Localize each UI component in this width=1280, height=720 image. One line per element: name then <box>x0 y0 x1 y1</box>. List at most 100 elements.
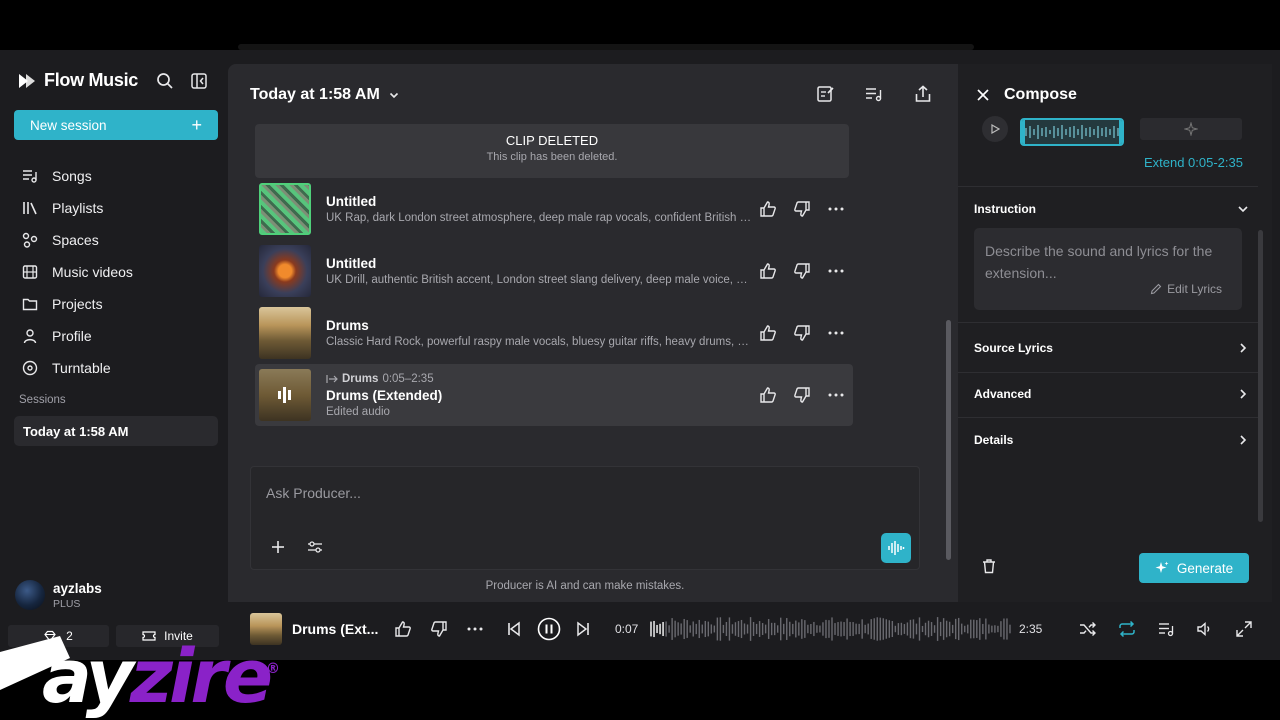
new-session-label: New session <box>30 117 107 133</box>
clip-deleted-subtitle: This clip has been deleted. <box>486 151 618 163</box>
sidebar-nav: Songs Playlists Spaces Music videos Proj… <box>22 160 218 384</box>
skip-previous-icon[interactable] <box>505 620 523 638</box>
instruction-section-toggle[interactable]: Instruction <box>974 202 1250 216</box>
chevron-right-icon <box>1240 343 1247 353</box>
thumbs-down-icon[interactable] <box>793 262 811 280</box>
generate-button[interactable]: Generate <box>1139 553 1249 583</box>
thumbs-up-icon[interactable] <box>759 324 777 342</box>
producer-input[interactable]: Ask Producer... <box>266 485 361 501</box>
thumbs-down-icon[interactable] <box>793 200 811 218</box>
track-source-range: 0:05–2:35 <box>382 372 434 385</box>
pause-button[interactable] <box>537 617 561 641</box>
more-options-icon[interactable] <box>466 620 484 638</box>
preview-play-button[interactable] <box>982 116 1008 142</box>
user-profile[interactable]: ayzlabs PLUS <box>15 580 102 610</box>
play-icon <box>991 124 1000 134</box>
settings-sliders-icon[interactable] <box>307 539 323 555</box>
sparkle-icon <box>1155 561 1169 573</box>
track-cover[interactable] <box>259 183 311 235</box>
track-title: Untitled <box>326 194 377 209</box>
details-label: Details <box>974 433 1014 447</box>
voice-input-button[interactable] <box>881 533 911 563</box>
track-description: UK Drill, authentic British accent, Lond… <box>326 274 754 286</box>
track-cover[interactable] <box>259 307 311 359</box>
thumbs-down-icon[interactable] <box>430 620 448 638</box>
expand-icon[interactable] <box>1235 620 1253 638</box>
track-cover[interactable] <box>259 369 311 421</box>
share-icon[interactable] <box>913 84 933 104</box>
session-item-active[interactable]: Today at 1:58 AM <box>14 416 218 446</box>
turntable-icon <box>22 360 38 376</box>
main-scrollbar[interactable] <box>946 320 951 560</box>
sidebar-item-label: Profile <box>52 328 92 344</box>
username: ayzlabs <box>53 580 102 596</box>
queue-icon[interactable] <box>1157 620 1175 638</box>
sidebar-item-label: Projects <box>52 296 103 312</box>
thumbs-down-icon[interactable] <box>793 386 811 404</box>
extend-selection-waveform[interactable] <box>1020 118 1124 146</box>
watermark-part2: zire <box>129 634 273 720</box>
thumbs-up-icon[interactable] <box>759 262 777 280</box>
repeat-icon[interactable] <box>1118 620 1136 638</box>
more-options-icon[interactable] <box>827 386 845 404</box>
close-icon[interactable] <box>976 88 990 102</box>
songs-icon <box>23 170 37 183</box>
session-title-dropdown[interactable]: Today at 1:58 AM <box>250 86 400 104</box>
collapse-sidebar-icon[interactable] <box>190 72 208 90</box>
brand[interactable]: Flow Music <box>18 70 138 91</box>
edit-lyrics-button[interactable]: Edit Lyrics <box>1150 282 1222 296</box>
sidebar-item-label: Songs <box>52 168 92 184</box>
playlists-icon <box>23 202 37 215</box>
now-playing-title[interactable]: Drums (Ext... <box>292 621 378 637</box>
track-row-active[interactable]: Drums 0:05–2:35 Drums (Extended) Edited … <box>255 364 853 426</box>
volume-icon[interactable] <box>1196 620 1214 638</box>
more-options-icon[interactable] <box>827 200 845 218</box>
track-source-title: Drums <box>342 372 379 385</box>
sidebar-item-profile[interactable]: Profile <box>22 320 218 352</box>
playing-bars-icon <box>278 387 291 403</box>
waveform-icon <box>888 541 905 555</box>
sidebar-item-projects[interactable]: Projects <box>22 288 218 320</box>
sidebar-item-playlists[interactable]: Playlists <box>22 192 218 224</box>
plus-icon[interactable] <box>270 539 286 555</box>
thumbs-up-icon[interactable] <box>394 620 412 638</box>
more-options-icon[interactable] <box>827 262 845 280</box>
track-row[interactable]: Untitled UK Drill, authentic British acc… <box>255 240 853 302</box>
extend-arrow-icon <box>326 374 338 383</box>
instruction-field[interactable]: Describe the sound and lyrics for the ex… <box>974 228 1242 310</box>
plus-icon: + <box>191 115 202 135</box>
sidebar-item-spaces[interactable]: Spaces <box>22 224 218 256</box>
track-list: Untitled UK Rap, dark London street atmo… <box>255 178 853 426</box>
spaces-icon <box>22 232 38 248</box>
sidebar-item-label: Turntable <box>52 360 111 376</box>
skip-next-icon[interactable] <box>574 620 592 638</box>
playback-waveform[interactable] <box>650 616 1012 642</box>
advanced-row[interactable]: Advanced <box>974 387 1250 401</box>
pencil-icon <box>1150 283 1162 295</box>
trash-icon[interactable] <box>981 558 997 574</box>
track-row[interactable]: Untitled UK Rap, dark London street atmo… <box>255 178 853 240</box>
search-icon[interactable] <box>156 72 174 90</box>
track-cover[interactable] <box>259 245 311 297</box>
new-session-button[interactable]: New session + <box>14 110 218 140</box>
track-row[interactable]: Drums Classic Hard Rock, powerful raspy … <box>255 302 853 364</box>
player-bar: Drums (Ext... 0:07 2:35 <box>228 602 1280 660</box>
sidebar-item-label: Playlists <box>52 200 104 216</box>
sidebar-item-turntable[interactable]: Turntable <box>22 352 218 384</box>
instruction-placeholder: Describe the sound and lyrics for the ex… <box>985 243 1213 281</box>
sidebar-item-music-videos[interactable]: Music videos <box>22 256 218 288</box>
thumbs-up-icon[interactable] <box>759 386 777 404</box>
shuffle-icon[interactable] <box>1079 620 1097 638</box>
thumbs-up-icon[interactable] <box>759 200 777 218</box>
thumbs-down-icon[interactable] <box>793 324 811 342</box>
duration: 2:35 <box>1019 622 1043 636</box>
details-row[interactable]: Details <box>974 433 1250 447</box>
edit-note-icon[interactable] <box>815 84 835 104</box>
more-options-icon[interactable] <box>827 324 845 342</box>
source-lyrics-row[interactable]: Source Lyrics <box>974 341 1250 355</box>
compose-scrollbar[interactable] <box>1258 230 1263 522</box>
queue-music-icon[interactable] <box>864 84 884 104</box>
sidebar-item-songs[interactable]: Songs <box>22 160 218 192</box>
plan-tier: PLUS <box>53 597 81 610</box>
watermark-part1: ay <box>42 634 134 720</box>
